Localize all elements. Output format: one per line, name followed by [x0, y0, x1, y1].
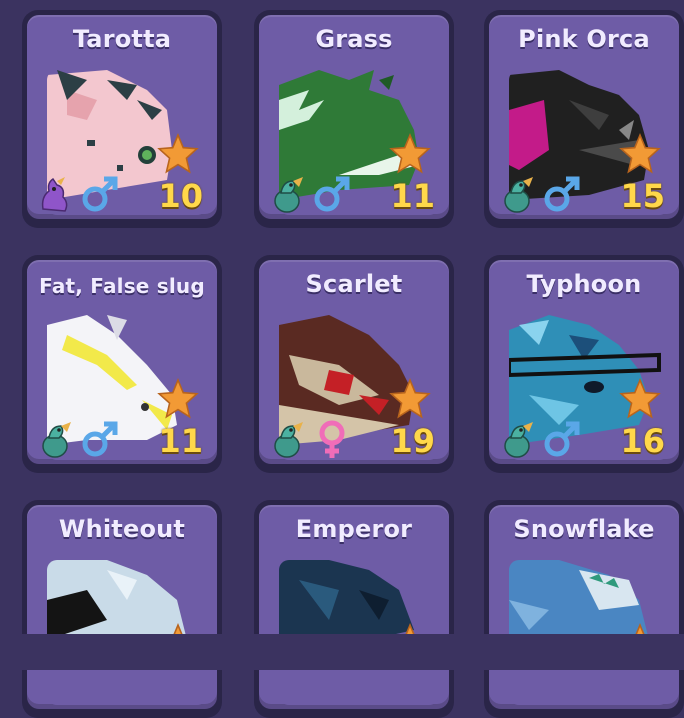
pet-card[interactable]: Typhoon 16: [484, 255, 684, 473]
pet-card-inner: Whiteout: [27, 505, 217, 709]
pet-card[interactable]: Grass 11: [254, 10, 454, 228]
male-icon: [82, 176, 118, 212]
pet-age: 11: [390, 177, 435, 215]
pet-name: Scarlet: [305, 270, 403, 298]
star-icon: [157, 378, 199, 419]
pet-card[interactable]: Tarotta 10: [22, 10, 222, 228]
pet-name: Snowflake: [513, 515, 655, 543]
male-icon: [314, 176, 350, 212]
teal-dragon-icon: [274, 177, 303, 213]
teal-dragon-icon: [504, 422, 533, 458]
star-icon: [619, 378, 661, 419]
pet-card-inner: Pink Orca 15: [489, 15, 679, 219]
pet-card[interactable]: Scarlet 19: [254, 255, 454, 473]
pet-name: Grass: [315, 25, 393, 53]
pet-card-inner: Emperor: [259, 505, 449, 709]
pet-card[interactable]: Whiteout: [22, 500, 222, 718]
pet-card-inner: Snowflake: [489, 505, 679, 709]
pet-card-inner: Grass 11: [259, 15, 449, 219]
pet-age: 15: [620, 177, 665, 215]
male-icon: [82, 421, 118, 457]
star-icon: [157, 133, 199, 174]
pet-name: Tarotta: [72, 25, 172, 53]
pet-age: 19: [390, 422, 435, 460]
male-icon: [544, 176, 580, 212]
teal-dragon-icon: [504, 177, 533, 213]
star-icon: [389, 378, 431, 419]
pet-age: 16: [620, 422, 665, 460]
pet-name: Pink Orca: [518, 25, 650, 53]
pet-name: Fat, False slug: [39, 274, 205, 298]
pet-name: Typhoon: [526, 270, 642, 298]
pet-age: 10: [158, 177, 203, 215]
pet-inventory-grid: Tarotta 10 Grass 11 Pink Orca 15 Fat, Fa…: [0, 0, 684, 718]
star-icon: [389, 133, 431, 174]
star-icon: [619, 133, 661, 174]
purple-dragon-icon: [41, 177, 68, 212]
pet-card-inner: Typhoon 16: [489, 260, 679, 464]
pet-card[interactable]: Emperor: [254, 500, 454, 718]
pet-name: Whiteout: [58, 515, 186, 543]
pet-card[interactable]: Fat, False slug 11: [22, 255, 222, 473]
teal-dragon-icon: [274, 422, 303, 458]
pet-card-inner: Fat, False slug 11: [27, 260, 217, 464]
teal-dragon-icon: [42, 422, 71, 458]
pet-card[interactable]: Snowflake: [484, 500, 684, 718]
pet-card[interactable]: Pink Orca 15: [484, 10, 684, 228]
pet-name: Emperor: [295, 515, 413, 543]
bottom-overlay-bar: [0, 634, 684, 670]
female-icon: [319, 420, 345, 458]
pet-age: 11: [158, 422, 203, 460]
pet-card-inner: Scarlet 19: [259, 260, 449, 464]
pet-card-inner: Tarotta 10: [27, 15, 217, 219]
male-icon: [544, 421, 580, 457]
